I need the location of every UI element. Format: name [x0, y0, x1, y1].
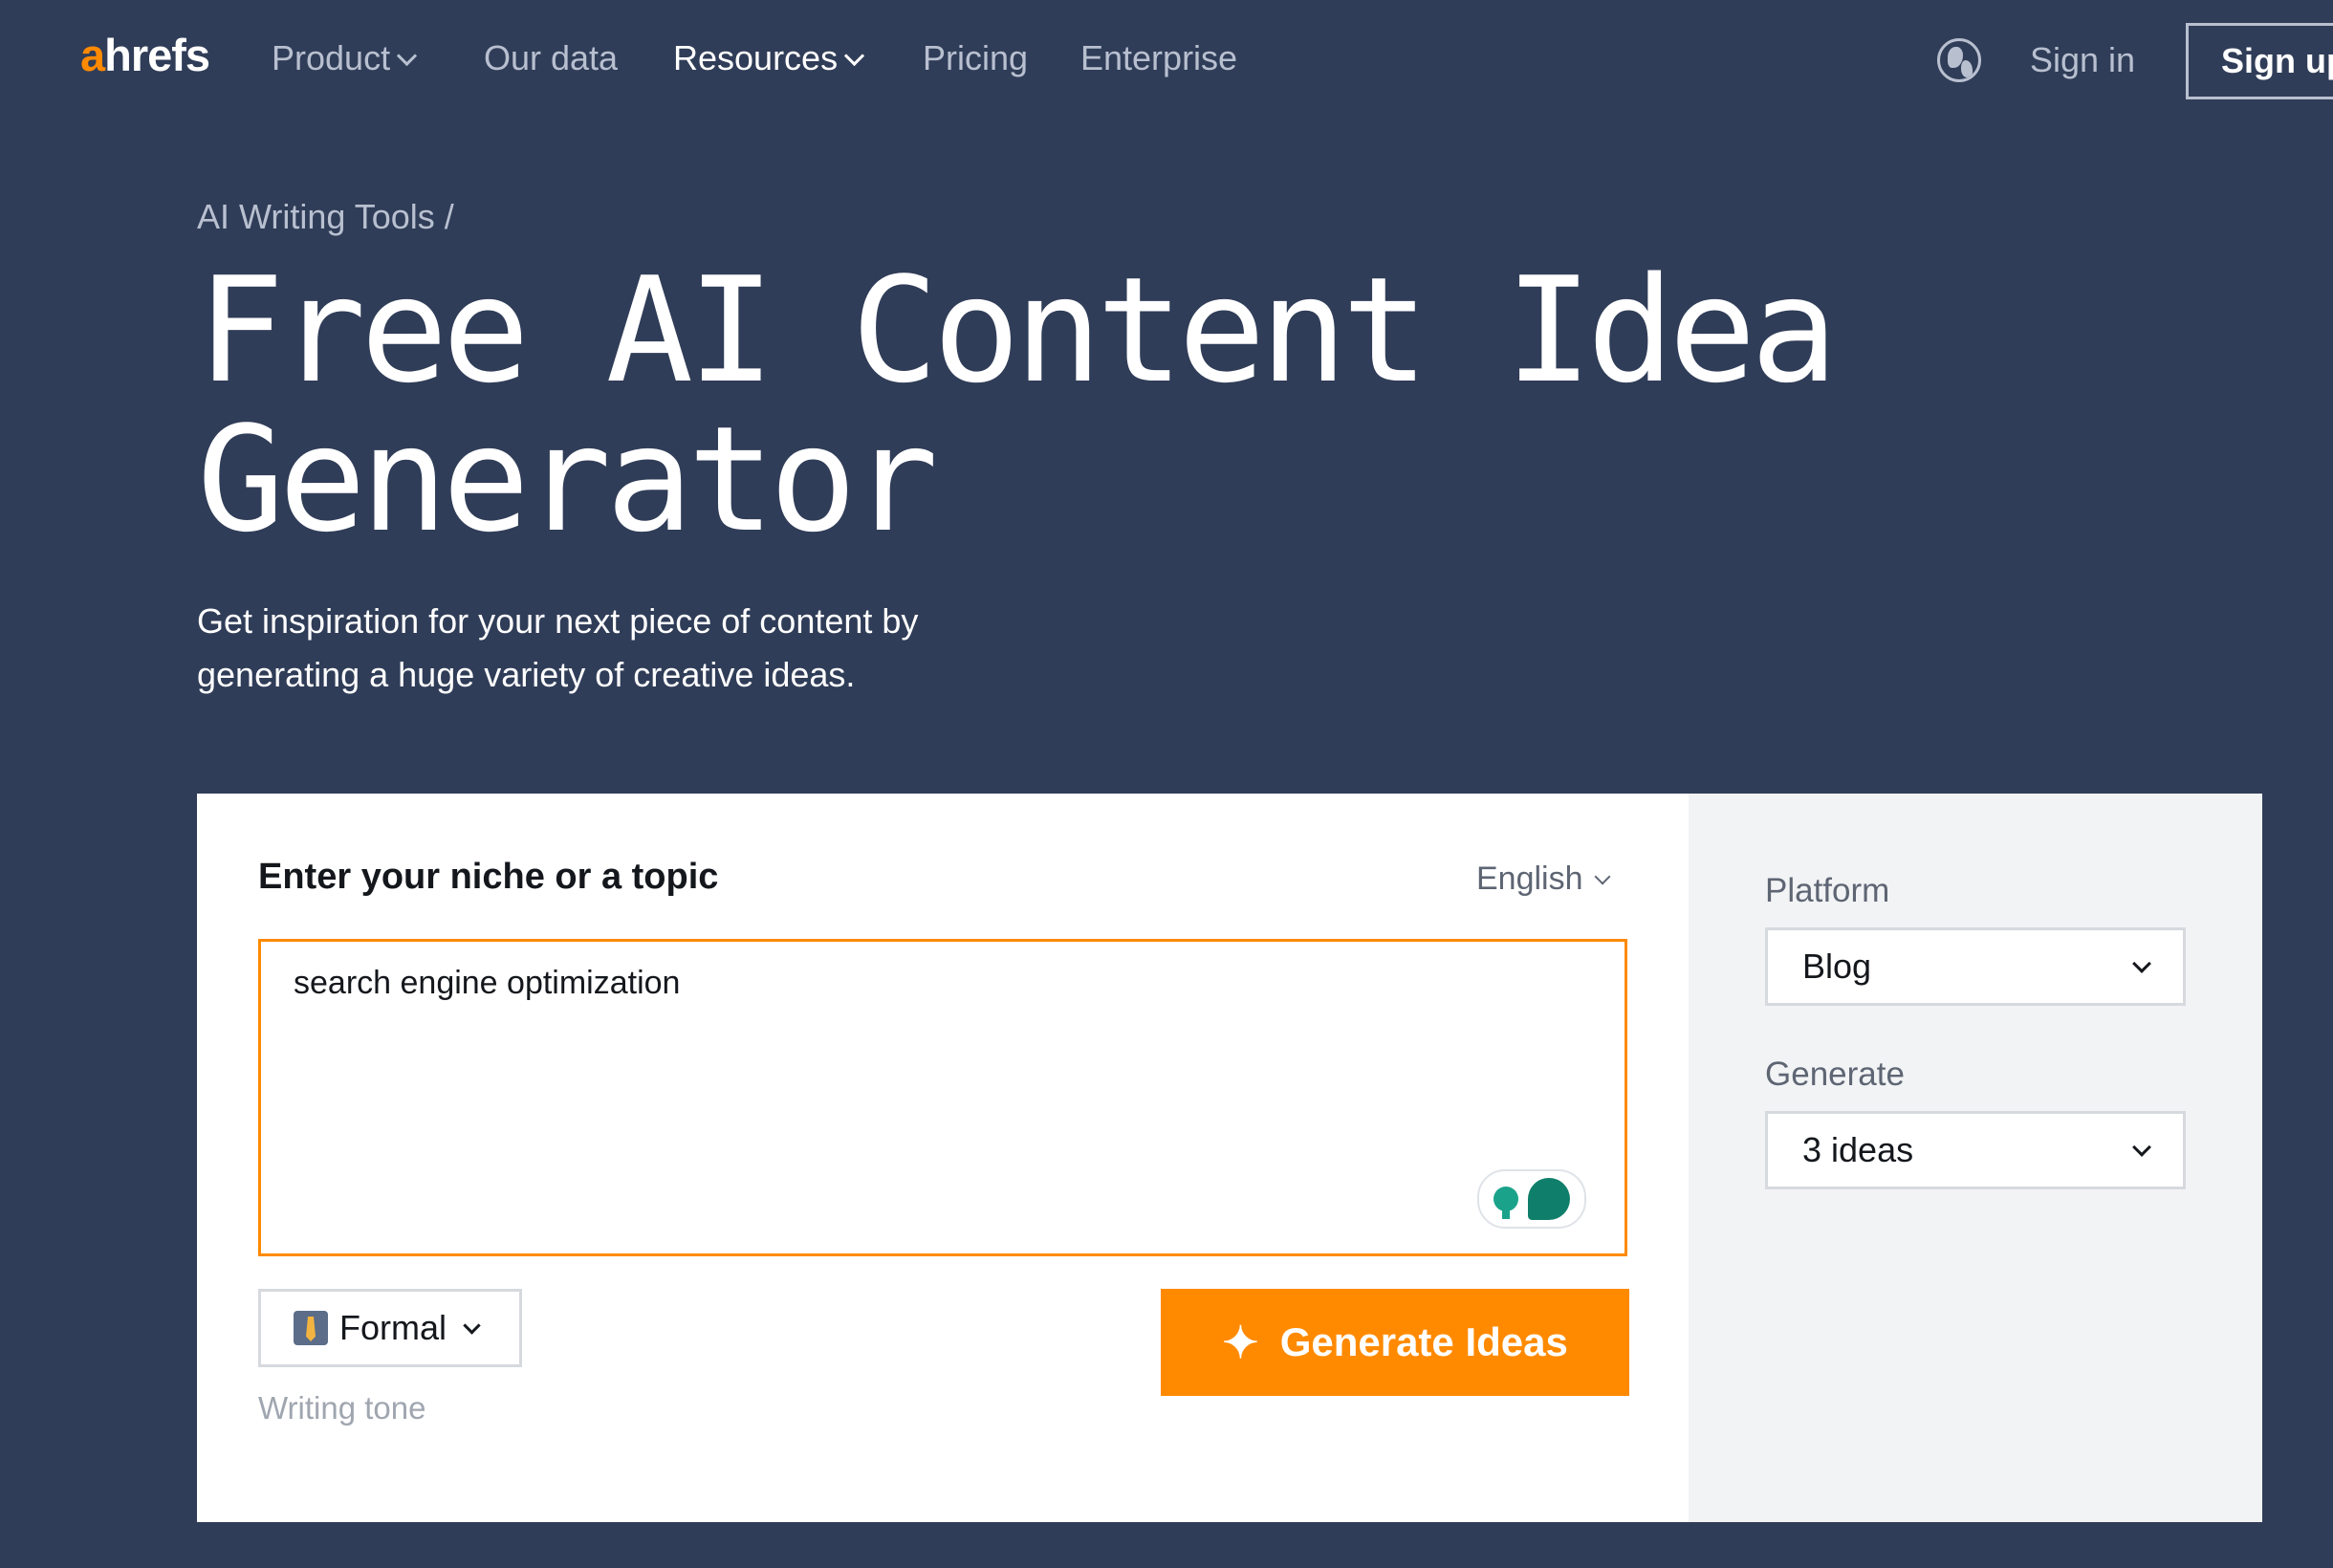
globe-icon[interactable] — [1937, 38, 1981, 82]
page-title-line2: Generator — [197, 395, 939, 564]
nav-our-data-label: Our data — [484, 38, 619, 77]
tone-select[interactable]: Formal — [258, 1289, 522, 1367]
page-title-line1: Free AI Content Idea — [197, 246, 1838, 415]
nav-product[interactable]: Product — [272, 38, 418, 78]
sign-in-link[interactable]: Sign in — [2030, 40, 2135, 80]
topic-input-value: search engine optimization — [294, 965, 681, 1001]
tone-hint: Writing tone — [258, 1390, 426, 1426]
chevron-down-icon — [396, 45, 418, 66]
grammarly-widget[interactable] — [1477, 1169, 1586, 1229]
topic-input[interactable]: search engine optimization — [258, 939, 1627, 1256]
topic-label: Enter your niche or a topic — [258, 857, 719, 897]
nav-resources[interactable]: Resources — [673, 38, 865, 78]
generate-count-value: 3 ideas — [1802, 1130, 1914, 1169]
grammarly-icon — [1528, 1178, 1570, 1220]
ahrefs-logo[interactable]: ahrefs — [80, 29, 210, 81]
language-select[interactable]: English — [1476, 860, 1611, 898]
generate-ideas-button[interactable]: ✦ Generate Ideas — [1161, 1289, 1629, 1396]
chevron-down-icon — [843, 45, 865, 66]
generate-ideas-label: Generate Ideas — [1279, 1319, 1568, 1364]
page-subtitle: Get inspiration for your next piece of c… — [197, 601, 919, 694]
generate-count-label: Generate — [1765, 1056, 1905, 1093]
sign-up-button[interactable]: Sign up — [2186, 23, 2333, 99]
sparkle-icon: ✦ — [1222, 1318, 1259, 1367]
generate-count-select[interactable]: 3 ideas — [1765, 1111, 2186, 1189]
chevron-down-icon — [463, 1316, 481, 1335]
chevron-down-icon — [1594, 868, 1611, 884]
page-title: Free AI Content Idea Generator — [197, 256, 1838, 555]
necktie-icon — [294, 1311, 328, 1345]
platform-label: Platform — [1765, 872, 1890, 909]
nav-enterprise-label: Enterprise — [1080, 38, 1238, 77]
chevron-down-icon — [2132, 1138, 2151, 1157]
nav-pricing[interactable]: Pricing — [923, 38, 1028, 78]
chevron-down-icon — [2132, 954, 2151, 973]
nav-product-label: Product — [272, 38, 391, 77]
tone-value: Formal — [339, 1308, 447, 1347]
breadcrumb[interactable]: AI Writing Tools / — [197, 197, 454, 237]
nav-pricing-label: Pricing — [923, 38, 1029, 77]
platform-select[interactable]: Blog — [1765, 927, 2186, 1006]
nav-resources-label: Resources — [673, 38, 839, 77]
platform-value: Blog — [1802, 947, 1872, 986]
top-nav: ahrefs Product Our data Resources Pricin… — [0, 0, 2333, 124]
options-panel: Platform Blog Generate 3 ideas — [1689, 794, 2262, 1522]
nav-enterprise[interactable]: Enterprise — [1080, 38, 1237, 78]
nav-our-data[interactable]: Our data — [484, 38, 618, 78]
lightbulb-icon — [1494, 1187, 1518, 1219]
idea-generator-card: Enter your niche or a topic English sear… — [197, 794, 2262, 1522]
language-value: English — [1476, 860, 1583, 897]
